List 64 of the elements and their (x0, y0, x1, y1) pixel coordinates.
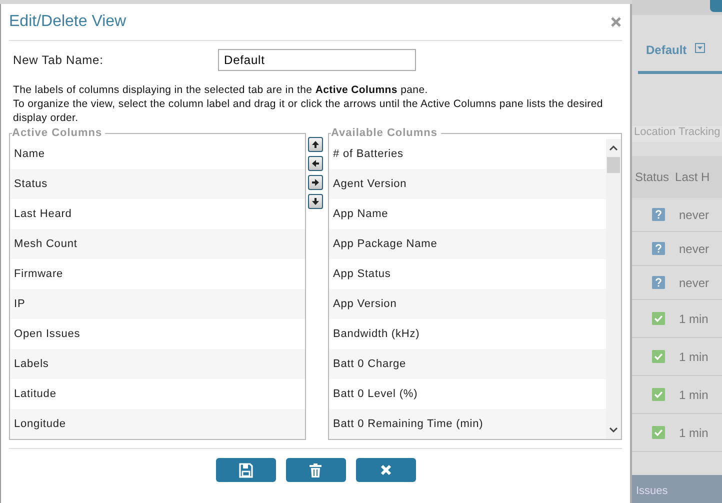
checkmark-icon (652, 350, 665, 363)
column-item[interactable]: Bandwidth (kHz) (329, 319, 606, 349)
column-header: Status (634, 170, 670, 184)
instruction-text: The labels of columns displaying in the selected tab are in the Active Columns pane. (13, 83, 429, 97)
move-right-button[interactable] (308, 175, 323, 190)
column-item[interactable]: App Name (329, 199, 606, 229)
arrow-down-icon (311, 197, 320, 206)
checkmark-icon (652, 312, 665, 325)
arrow-up-icon (311, 140, 320, 149)
section-label: Location Tracking (632, 126, 722, 142)
column-item[interactable]: # of Batteries (329, 139, 606, 169)
table-cell: never (679, 208, 710, 222)
column-item[interactable]: App Status (329, 259, 606, 289)
column-item[interactable]: Labels (10, 349, 305, 379)
arrow-left-icon (311, 159, 320, 168)
field-label: New Tab Name: (13, 53, 104, 67)
question-icon (652, 242, 665, 255)
chevron-up-icon[interactable] (609, 145, 618, 151)
dialog-title: Edit/Delete View (9, 13, 126, 31)
pane-legend: Available Columns (331, 127, 441, 139)
close-icon (380, 464, 392, 476)
delete-button[interactable] (286, 458, 346, 482)
cancel-button[interactable] (356, 458, 416, 482)
column-item[interactable]: Status (10, 169, 305, 199)
column-item[interactable]: Batt 0 Remaining Time (min) (329, 409, 606, 439)
column-item[interactable]: Batt 0 Level (%) (329, 379, 606, 409)
column-item[interactable]: Agent Version (329, 169, 606, 199)
column-item[interactable]: Mesh Count (10, 229, 305, 259)
table-cell: 1 min (679, 426, 708, 440)
tab-name-field[interactable]: Default (218, 49, 416, 71)
column-item[interactable]: Name (10, 139, 305, 169)
table-cell: never (679, 276, 710, 290)
table-cell: never (679, 242, 710, 256)
column-item[interactable]: Latitude (10, 379, 305, 409)
move-up-button[interactable] (308, 137, 323, 152)
column-item[interactable]: Firmware (10, 259, 305, 289)
question-icon (652, 276, 665, 289)
dropdown-icon[interactable] (694, 43, 705, 53)
chevron-down-icon[interactable] (609, 427, 618, 433)
scrollbar-thumb[interactable] (607, 157, 620, 173)
column-item[interactable]: Open Issues (10, 319, 305, 349)
scrollbar[interactable] (606, 139, 621, 439)
table-cell: 1 min (679, 350, 708, 364)
column-item[interactable]: IP (10, 289, 305, 319)
column-item[interactable]: Longitude (10, 409, 305, 439)
section-label: Issues (632, 475, 722, 503)
question-icon (652, 208, 665, 221)
close-icon[interactable] (610, 16, 622, 28)
column-item[interactable]: Last Heard (10, 199, 305, 229)
move-down-button[interactable] (308, 194, 323, 209)
move-left-button[interactable] (308, 156, 323, 171)
column-item[interactable]: App Version (329, 289, 606, 319)
instruction-text: To organize the view, select the column label and drag it or click the arrows until the Active Columns pane lists the desired display order. (13, 97, 604, 125)
checkmark-icon (652, 388, 665, 401)
arrow-right-icon (311, 178, 320, 187)
trash-icon (309, 462, 322, 478)
pane-legend: Active Columns (12, 127, 106, 139)
column-item[interactable]: App Package Name (329, 229, 606, 259)
column-item[interactable]: Batt 0 Charge (329, 349, 606, 379)
save-button[interactable] (216, 458, 276, 482)
checkmark-icon (652, 426, 665, 439)
column-header: Last H (674, 170, 711, 184)
table-cell: 1 min (679, 388, 708, 402)
table-cell: 1 min (679, 312, 708, 326)
